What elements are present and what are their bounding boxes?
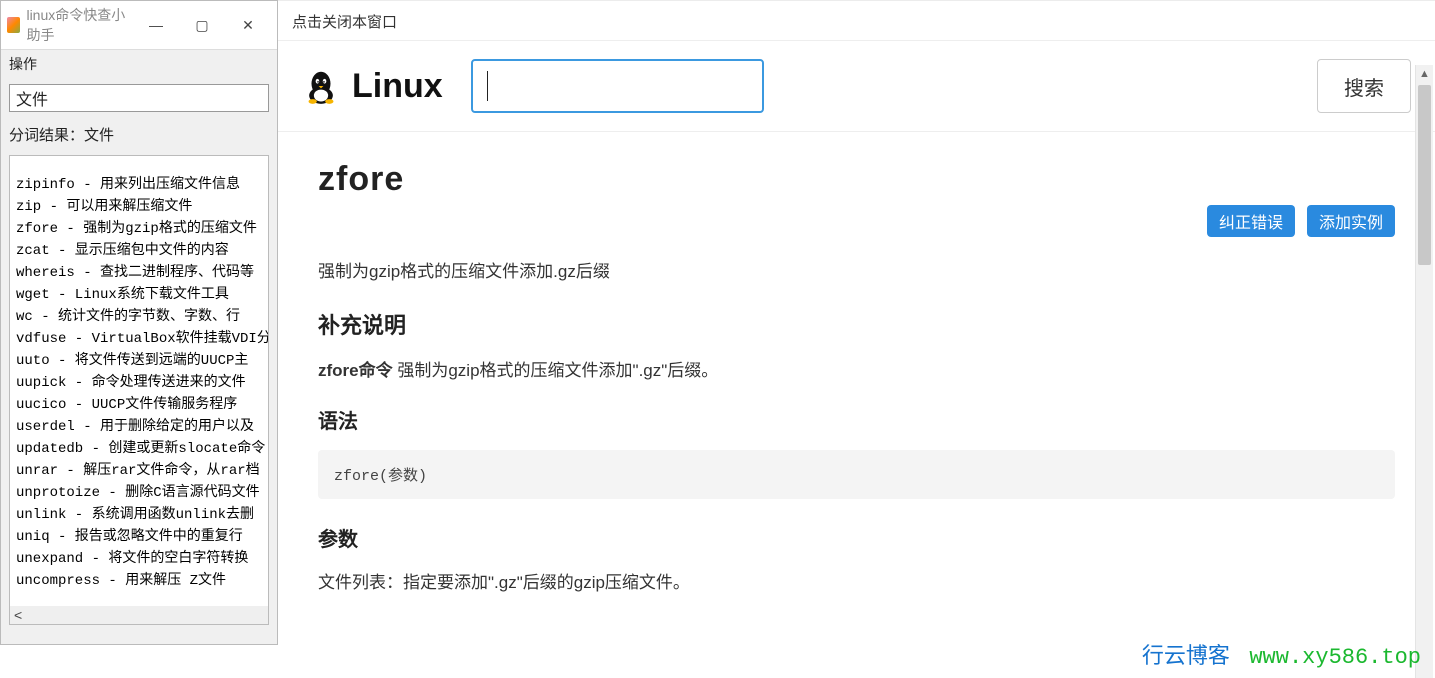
list-item[interactable]: wget - Linux系统下载文件工具: [16, 284, 262, 306]
watermark-blog: 行云博客: [1142, 643, 1230, 668]
window-title: linux命令快查小助手: [26, 5, 133, 45]
watermark-url: www.xy586.top: [1249, 645, 1421, 670]
add-example-button[interactable]: 添加实例: [1307, 205, 1395, 237]
titlebar: linux命令快查小助手 — ▢ ✕: [1, 1, 277, 50]
list-item[interactable]: unexpand - 将文件的空白字符转换: [16, 548, 262, 570]
results-list[interactable]: zipinfo - 用来列出压缩文件信息zip - 可以用来解压缩文件zfore…: [10, 156, 268, 606]
main-header: Linux 搜索: [278, 41, 1435, 132]
sidebar-search-input[interactable]: [9, 84, 269, 112]
correct-error-button[interactable]: 纠正错误: [1207, 205, 1295, 237]
list-item[interactable]: unprotoize - 删除C语言源代码文件: [16, 482, 262, 504]
close-hint-bar[interactable]: 点击关闭本窗口: [278, 1, 1435, 41]
params-paragraph: 文件列表：指定要添加".gz"后缀的gzip压缩文件。: [318, 568, 1395, 593]
brand: Linux: [302, 67, 443, 106]
supplement-bold: zfore命令: [318, 361, 393, 380]
content-body: zfore 纠正错误 添加实例 强制为gzip格式的压缩文件添加.gz后缀 补充…: [278, 132, 1435, 593]
tokenize-result: 分词结果：文件: [1, 118, 277, 155]
supplement-paragraph: zfore命令 强制为gzip格式的压缩文件添加".gz"后缀。: [318, 356, 1395, 381]
linux-penguin-icon: [302, 67, 340, 105]
list-item[interactable]: unrar - 解压rar文件命令，从rar档: [16, 460, 262, 482]
app-icon: [7, 17, 20, 33]
section-supplement-title: 补充说明: [318, 308, 1395, 340]
list-item[interactable]: userdel - 用于删除给定的用户以及: [16, 416, 262, 438]
results-panel: zipinfo - 用来列出压缩文件信息zip - 可以用来解压缩文件zfore…: [9, 155, 269, 625]
list-item[interactable]: zcat - 显示压缩包中文件的内容: [16, 240, 262, 262]
tokenize-prefix: 分词结果：: [9, 127, 84, 144]
close-button[interactable]: ✕: [225, 13, 271, 37]
brand-text: Linux: [352, 67, 443, 106]
main-search-input[interactable]: [471, 59, 764, 113]
minimize-button[interactable]: —: [133, 13, 179, 37]
list-item[interactable]: uncompress - 用来解压 Z文件: [16, 570, 262, 592]
search-button[interactable]: 搜索: [1317, 59, 1411, 113]
watermark: 行云博客 www.xy586.top: [1142, 638, 1421, 670]
text-cursor: [487, 71, 488, 101]
list-item[interactable]: uupick - 命令处理传送进来的文件: [16, 372, 262, 394]
list-item[interactable]: vdfuse - VirtualBox软件挂载VDI分: [16, 328, 262, 350]
scrollbar-thumb[interactable]: [1418, 85, 1431, 265]
menu-operations[interactable]: 操作: [1, 50, 277, 78]
horizontal-scrollbar[interactable]: <: [10, 606, 268, 624]
maximize-button[interactable]: ▢: [179, 13, 225, 37]
sidebar-window: linux命令快查小助手 — ▢ ✕ 操作 分词结果：文件 zipinfo - …: [0, 0, 278, 645]
syntax-code-block: zfore(参数): [318, 450, 1395, 499]
list-item[interactable]: uucico - UUCP文件传输服务程序: [16, 394, 262, 416]
list-item[interactable]: zfore - 强制为gzip格式的压缩文件: [16, 218, 262, 240]
list-item[interactable]: uniq - 报告或忽略文件中的重复行: [16, 526, 262, 548]
list-item[interactable]: zipinfo - 用来列出压缩文件信息: [16, 174, 262, 196]
list-item[interactable]: wc - 统计文件的字节数、字数、行: [16, 306, 262, 328]
section-syntax-title: 语法: [318, 405, 1395, 434]
list-item[interactable]: unlink - 系统调用函数unlink去删: [16, 504, 262, 526]
command-title: zfore: [318, 160, 1395, 199]
list-item[interactable]: updatedb - 创建或更新slocate命令: [16, 438, 262, 460]
supplement-text: 强制为gzip格式的压缩文件添加".gz"后缀。: [393, 361, 719, 380]
list-item[interactable]: uuto - 将文件传送到远端的UUCP主: [16, 350, 262, 372]
list-item[interactable]: whereis - 查找二进制程序、代码等: [16, 262, 262, 284]
short-description: 强制为gzip格式的压缩文件添加.gz后缀: [318, 257, 1395, 282]
section-params-title: 参数: [318, 523, 1395, 552]
main-area: 点击关闭本窗口 Linux 搜索 zfore 纠正错误 添加实例 强制为gzip…: [278, 0, 1435, 678]
list-item[interactable]: zip - 可以用来解压缩文件: [16, 196, 262, 218]
scroll-left-icon[interactable]: <: [14, 607, 22, 623]
scroll-up-icon[interactable]: ▲: [1416, 65, 1433, 83]
vertical-scrollbar[interactable]: ▲: [1415, 65, 1433, 678]
tokenize-value: 文件: [84, 127, 114, 144]
